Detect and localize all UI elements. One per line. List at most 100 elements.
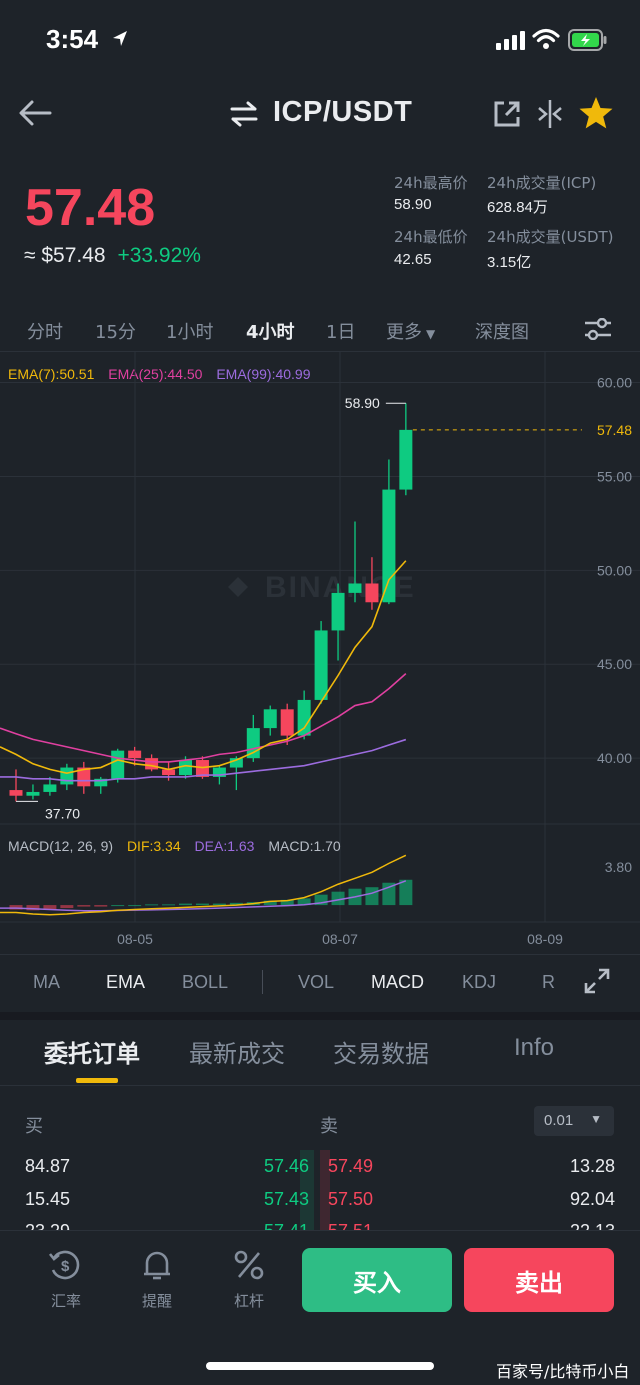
chart-settings-icon[interactable] <box>584 318 612 340</box>
ind-macd[interactable]: MACD <box>371 972 424 993</box>
wifi-icon <box>532 28 560 49</box>
price-axis-label: 55.00 <box>597 468 632 484</box>
candle-body <box>382 489 396 603</box>
stat-vol-usdt-value: 3.15亿 <box>487 254 532 271</box>
stat-vol-icp-value: 628.84万 <box>487 199 548 216</box>
candle-body <box>60 767 74 785</box>
tf-time[interactable]: 分时 <box>27 318 63 344</box>
back-arrow-icon[interactable] <box>18 98 52 128</box>
macd-bar <box>212 903 226 906</box>
nav-exchange-rate-label: 汇率 <box>50 1292 81 1310</box>
sell-button[interactable]: 卖出 <box>464 1248 614 1312</box>
candle-body <box>162 769 176 776</box>
price-chart[interactable]: BINANCE 60.0055.0050.0045.0040.0057.4858… <box>0 352 640 952</box>
stat-vol-usdt-label: 24h成交量(USDT) <box>487 228 614 246</box>
macd-hist: MACD:1.70 <box>268 838 341 854</box>
compare-icon[interactable] <box>537 100 563 128</box>
status-bar: 3:54 <box>0 0 640 80</box>
candle-body <box>263 709 277 729</box>
tf-more[interactable]: 更多 ▼ <box>386 318 435 344</box>
tf-15m[interactable]: 15分 <box>95 318 136 344</box>
last-price: 57.48 <box>25 179 156 237</box>
macd-bar <box>162 904 176 906</box>
ask-price: 57.50 <box>328 1189 374 1209</box>
caret-down-icon: ▼ <box>426 327 436 341</box>
favorite-star-icon[interactable] <box>578 96 614 130</box>
indicator-divider <box>262 970 263 994</box>
macd-bar <box>195 903 209 906</box>
nav-alerts[interactable]: 提醒 <box>127 1248 187 1311</box>
location-arrow-icon <box>113 31 127 46</box>
pair-title[interactable]: ICP/USDT <box>273 96 412 129</box>
x-axis-label: 08-05 <box>117 931 153 947</box>
price-change: +33.92% <box>117 244 201 267</box>
tab-trade-data[interactable]: 交易数据 <box>333 1034 429 1069</box>
usd-price: ≈ $57.48 <box>24 244 106 267</box>
section-separator <box>0 1012 640 1020</box>
candle-body <box>26 791 40 796</box>
candle-body <box>365 583 379 603</box>
macd-dea: DEA:1.63 <box>194 838 255 854</box>
last-price-label: 57.48 <box>597 422 632 438</box>
stat-vol-icp-label: 24h成交量(ICP) <box>487 174 597 192</box>
macd-bar <box>77 905 91 907</box>
nav-margin[interactable]: 杠杆 <box>219 1248 279 1311</box>
tab-orders[interactable]: 委托订单 <box>44 1034 140 1069</box>
tf-1h[interactable]: 1小时 <box>166 318 213 344</box>
tab-info[interactable]: Info <box>514 1034 554 1062</box>
candle-body <box>246 728 260 759</box>
nav-margin-label: 杠杆 <box>233 1292 264 1310</box>
macd-legend: MACD(12, 26, 9) DIF:3.34 DEA:1.63 MACD:1… <box>8 838 341 854</box>
ind-boll[interactable]: BOLL <box>182 972 228 993</box>
ind-ema[interactable]: EMA <box>106 972 145 993</box>
cellular-signal-icon <box>496 31 525 50</box>
swap-pair-icon[interactable] <box>229 101 259 127</box>
tab-trades[interactable]: 最新成交 <box>189 1034 285 1069</box>
svg-text:$: $ <box>61 1258 70 1275</box>
macd-params: MACD(12, 26, 9) <box>8 838 114 854</box>
percent-icon <box>234 1250 264 1280</box>
stat-low-label: 24h最低价 <box>394 228 468 246</box>
nav-exchange-rate[interactable]: $ 汇率 <box>36 1248 96 1311</box>
tf-1d[interactable]: 1日 <box>326 318 355 344</box>
ask-qty: 22.13 <box>570 1221 615 1230</box>
ind-kdj[interactable]: KDJ <box>462 972 496 993</box>
tf-4h[interactable]: 4小时 <box>246 318 295 344</box>
macd-bar <box>60 905 74 909</box>
home-indicator[interactable] <box>206 1362 434 1370</box>
bell-icon <box>144 1251 170 1280</box>
ask-price: 57.49 <box>328 1156 374 1176</box>
precision-select[interactable]: 0.01 ▼ <box>534 1106 614 1136</box>
ask-qty: 92.04 <box>569 1189 615 1209</box>
candle-body <box>179 760 192 776</box>
status-time: 3:54 <box>46 24 99 54</box>
share-icon[interactable] <box>492 99 522 129</box>
candle-body <box>280 709 294 736</box>
x-axis-label: 08-09 <box>527 931 563 947</box>
ind-ma[interactable]: MA <box>33 972 60 993</box>
fullscreen-icon[interactable] <box>584 968 610 994</box>
orderbook-rows: 84.87 57.46 57.49 13.28 15.45 57.43 57.5… <box>0 1150 640 1230</box>
ind-r[interactable]: R <box>542 972 555 993</box>
active-tab-indicator <box>76 1078 118 1083</box>
macd-axis-label: 3.80 <box>605 859 632 875</box>
caret-down-icon: ▼ <box>590 1112 602 1126</box>
buy-button[interactable]: 买入 <box>302 1248 452 1312</box>
bid-qty: 84.87 <box>25 1156 71 1176</box>
bid-price: 57.46 <box>264 1156 310 1176</box>
exchange-rate-icon: $ <box>48 1250 80 1280</box>
candle-body <box>128 750 142 759</box>
macd-bar <box>94 905 108 907</box>
bid-price: 57.41 <box>264 1221 309 1230</box>
tf-depth[interactable]: 深度图 <box>475 318 529 344</box>
ind-vol[interactable]: VOL <box>298 972 334 993</box>
high-marker-label: 58.90 <box>345 395 380 411</box>
usd-price-row: ≈ $57.48 +33.92% <box>24 244 201 268</box>
precision-value: 0.01 <box>544 1112 574 1129</box>
macd-bar <box>145 904 159 906</box>
ema25-line <box>0 673 407 763</box>
bid-qty: 15.45 <box>25 1189 71 1209</box>
candle-body <box>331 592 345 631</box>
candle-body <box>9 790 23 796</box>
low-marker-label: 37.70 <box>45 805 80 821</box>
